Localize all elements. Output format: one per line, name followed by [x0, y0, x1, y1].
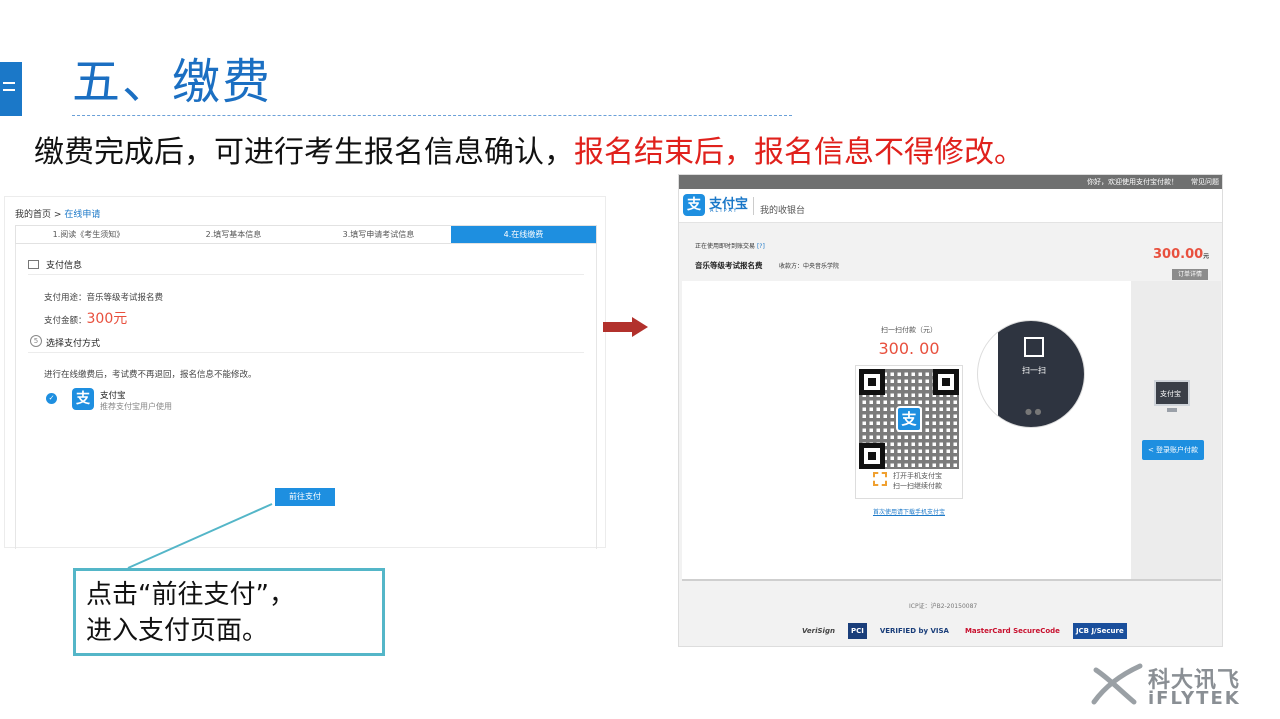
scan-icon — [1024, 337, 1044, 357]
jcb-badge: JCB J/Secure — [1072, 623, 1127, 639]
section-divider — [28, 274, 584, 275]
right-arrow-icon — [603, 322, 633, 332]
order-notice-text: 正在使用即时到账交易 — [695, 243, 756, 250]
carousel-dots[interactable]: ● ● — [1025, 407, 1042, 416]
icp-license: ICP证：沪B2-20150087 — [909, 603, 978, 610]
footer-divider — [682, 579, 1221, 581]
payment-purpose: 支付用途：音乐等级考试报名费 — [44, 291, 163, 303]
payment-info-heading: 支付信息 — [46, 261, 83, 271]
section-tab-marker — [0, 62, 22, 116]
header-separator — [753, 197, 754, 215]
qr-code: 支 — [859, 369, 959, 469]
amount-label: 支付金额： — [44, 316, 87, 326]
step-number-icon: 5 — [30, 335, 42, 347]
go-pay-button[interactable]: 前往支付 — [275, 488, 335, 506]
callout-connector — [127, 503, 273, 569]
cert-badges: VeriSign PCI VERIFIED by VISA MasterCard… — [799, 623, 1127, 639]
subtitle-warning-text: 报名结束后，报名信息不得修改。 — [574, 135, 1024, 170]
step-tab-2[interactable]: 2.填写基本信息 — [161, 226, 306, 243]
qr-hint-line-1: 打开手机支付宝 — [893, 472, 942, 480]
qr-alipay-icon: 支 — [896, 406, 922, 432]
title-divider — [72, 115, 792, 116]
login-pay-button[interactable]: < 登录账户付款 — [1142, 440, 1204, 460]
step-tab-1[interactable]: 1.阅读《考生须知》 — [16, 226, 161, 243]
scan-amount: 300. 00 — [878, 339, 940, 358]
alipay-brand-icon: 支 — [683, 194, 705, 216]
step-tab-4[interactable]: 4.在线缴费 — [451, 226, 596, 243]
iflytek-logo-en: iFLYTEK — [1148, 688, 1241, 709]
verisign-badge: VeriSign — [802, 627, 835, 635]
order-notice: 正在使用即时到账交易 [?] — [695, 241, 765, 250]
amount-value: 300元 — [86, 311, 128, 327]
purpose-value: 音乐等级考试报名费 — [86, 293, 164, 303]
pc-pane — [1131, 281, 1221, 579]
visa-verified-badge: VERIFIED by VISA — [879, 627, 949, 635]
scan-label: 扫一扫付款（元） — [881, 326, 937, 334]
download-app-link[interactable]: 首次使用请下载手机支付宝 — [855, 507, 963, 516]
registration-screenshot: 我的首页 > 在线申请 1.阅读《考生须知》 2.填写基本信息 3.填写申请考试… — [4, 196, 606, 549]
pci-badge: PCI — [847, 623, 867, 639]
breadcrumb: 我的首页 > 在线申请 — [15, 207, 100, 220]
pc-monitor-badge: 支付宝 — [1160, 390, 1181, 398]
payee: 收款方：中央音乐学院 — [779, 263, 840, 270]
breadcrumb-current[interactable]: 在线申请 — [64, 210, 100, 220]
card-icon — [28, 260, 39, 269]
slide-title: 五、缴费 — [72, 54, 273, 110]
choose-method-heading: 选择支付方式 — [46, 339, 101, 349]
total-amount-unit: 元 — [1203, 253, 1210, 260]
method-name[interactable]: 支付宝 — [100, 389, 126, 401]
callout-line-2: 进入支付页面。 — [86, 616, 269, 646]
order-detail-button[interactable]: 订单详情 — [1172, 269, 1208, 280]
right-arrow-head — [632, 317, 648, 337]
iflytek-logo-icon — [1091, 663, 1143, 705]
breadcrumb-root[interactable]: 我的首页 — [15, 210, 51, 220]
instruction-callout: 点击“前往支付”， 进入支付页面。 — [73, 568, 385, 656]
cashier-title: 我的收银台 — [760, 206, 806, 216]
step-tab-3[interactable]: 3.填写申请考试信息 — [306, 226, 451, 243]
alipay-brand-sub: ALIPAY — [710, 208, 739, 214]
selected-check-icon[interactable]: ✓ — [46, 393, 57, 404]
order-notice-help-link[interactable]: [?] — [757, 243, 765, 250]
callout-line-1: 点击“前往支付”， — [86, 580, 295, 610]
payment-amount: 支付金额：300元 — [44, 308, 127, 328]
alipay-cashier-screenshot: 你好，欢迎使用支付宝付款！ 常见问题 支 支付宝 ALIPAY 我的收银台 正在… — [678, 174, 1223, 647]
pc-monitor-icon: 支付宝 — [1154, 380, 1190, 406]
alipay-logo-icon[interactable]: 支 — [72, 388, 94, 410]
order-name: 音乐等级考试报名费 — [695, 261, 763, 270]
method-description: 推荐支付宝用户使用 — [100, 402, 172, 411]
top-greeting: 你好，欢迎使用支付宝付款！ — [1087, 178, 1178, 186]
payment-notice: 进行在线缴费后，考试费不再退回，报名信息不能修改。 — [44, 370, 257, 380]
scan-frame-icon — [873, 472, 887, 486]
mastercard-badge: MasterCard SecureCode — [964, 627, 1060, 635]
phone-scan-label: 扫一扫 — [1022, 366, 1046, 375]
step-tabs: 1.阅读《考生须知》 2.填写基本信息 3.填写申请考试信息 4.在线缴费 — [15, 225, 597, 244]
qr-hint-line-2: 扫一扫继续付款 — [893, 482, 942, 490]
section-divider — [28, 352, 584, 353]
total-amount: 300.00元 — [1153, 247, 1209, 262]
alipay-top-bar: 你好，欢迎使用支付宝付款！ 常见问题 — [679, 175, 1222, 189]
purpose-label: 支付用途： — [44, 293, 87, 303]
breadcrumb-separator: > — [53, 210, 62, 220]
slide-subtitle: 缴费完成后，可进行考生报名信息确认，报名结束后，报名信息不得修改。 — [34, 134, 1024, 172]
pc-monitor-stand — [1167, 408, 1177, 412]
total-amount-value: 300.00 — [1153, 247, 1204, 262]
subtitle-normal-text: 缴费完成后，可进行考生报名信息确认， — [34, 135, 574, 170]
top-help-link[interactable]: 常见问题 — [1191, 177, 1219, 187]
